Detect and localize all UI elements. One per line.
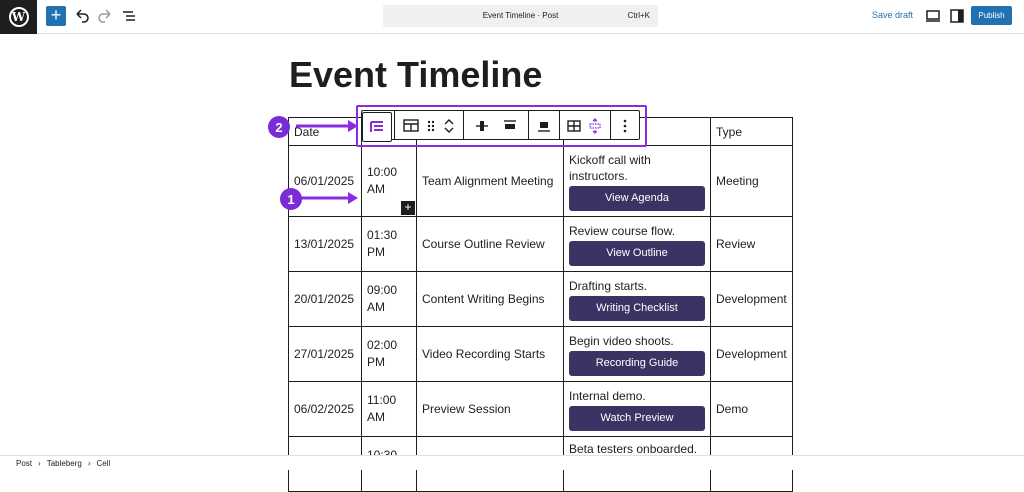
keyboard-shortcut: Ctrl+K — [627, 11, 650, 20]
page-title[interactable]: Event Timeline — [289, 54, 542, 96]
description-text: Kickoff call with instructors. — [569, 152, 651, 183]
event-cell[interactable]: Video Recording Starts — [416, 326, 564, 382]
header-type[interactable]: Type — [710, 117, 793, 146]
publish-button[interactable]: Publish — [971, 6, 1012, 25]
date-cell[interactable]: 13/01/2025 — [288, 216, 362, 272]
event-cell[interactable]: Team Alignment Meeting — [416, 145, 564, 217]
writing-checklist-button[interactable]: Writing Checklist — [569, 295, 705, 321]
watch-preview-button[interactable]: Watch Preview — [569, 405, 705, 431]
time-value: 01:30 — [367, 228, 398, 242]
table-row: 06/02/2025 11:00 AM Preview Session Inter… — [288, 381, 793, 437]
breadcrumb: Post › Tableberg › Cell — [16, 459, 110, 468]
event-cell[interactable]: Content Writing Begins — [416, 271, 564, 327]
command-palette-bar[interactable]: Event Timeline · Post Ctrl+K — [383, 5, 658, 27]
time-cell[interactable]: 09:00 AM — [361, 271, 417, 327]
annotation-badge-1: 1 — [280, 188, 302, 210]
breadcrumb-tableberg[interactable]: Tableberg — [47, 459, 82, 468]
type-cell[interactable]: Meeting — [710, 145, 793, 217]
settings-sidebar-icon[interactable] — [949, 8, 965, 24]
type-cell[interactable]: Demo — [710, 381, 793, 437]
date-cell[interactable]: 27/01/2025 — [288, 326, 362, 382]
desktop-preview-icon[interactable] — [925, 8, 941, 24]
description-text: Begin video shoots. — [569, 333, 674, 348]
description-cell[interactable]: Kickoff call with instructors. View Agend… — [563, 145, 711, 217]
editor-footer: Post › Tableberg › Cell — [0, 455, 1024, 470]
event-cell[interactable]: Course Outline Review — [416, 216, 564, 272]
table-row: 27/01/2025 02:00 PM Video Recording Start… — [288, 326, 793, 382]
description-text: Internal demo. — [569, 388, 646, 403]
view-agenda-button[interactable]: View Agenda — [569, 185, 705, 211]
annotation-arrows — [296, 120, 358, 204]
event-cell[interactable]: Preview Session — [416, 381, 564, 437]
add-cell-button[interactable]: + — [401, 201, 415, 215]
document-title: Event Timeline · Post — [482, 11, 559, 20]
time-value: 11:00 — [367, 393, 397, 407]
save-draft-button[interactable]: Save draft — [872, 10, 913, 20]
date-cell[interactable]: 20/01/2025 — [288, 271, 362, 327]
type-cell[interactable]: Development — [710, 326, 793, 382]
undo-icon[interactable] — [74, 8, 90, 24]
table-row: 13/01/2025 01:30 PM Course Outline Review… — [288, 216, 793, 272]
redo-icon[interactable] — [97, 8, 113, 24]
table-row: 20/01/2025 09:00 AM Content Writing Begin… — [288, 271, 793, 327]
description-cell[interactable]: Internal demo. Watch Preview — [563, 381, 711, 437]
time-period: AM — [367, 410, 385, 424]
recording-guide-button[interactable]: Recording Guide — [569, 350, 705, 376]
time-cell[interactable]: 02:00 PM — [361, 326, 417, 382]
toolbar-highlight-box — [356, 105, 647, 147]
add-block-button[interactable]: + — [46, 6, 66, 26]
breadcrumb-cell[interactable]: Cell — [97, 459, 111, 468]
date-cell[interactable]: 06/02/2025 — [288, 381, 362, 437]
time-value: 10:00 — [367, 165, 398, 179]
wordpress-logo-letter: W — [8, 7, 29, 27]
time-value: 09:00 — [367, 283, 398, 297]
time-cell[interactable]: 01:30 PM — [361, 216, 417, 272]
time-cell[interactable]: 11:00 AM — [361, 381, 417, 437]
time-period: PM — [367, 245, 385, 259]
description-cell[interactable]: Drafting starts. Writing Checklist — [563, 271, 711, 327]
description-cell[interactable]: Begin video shoots. Recording Guide — [563, 326, 711, 382]
time-value: 02:00 — [367, 338, 398, 352]
type-cell[interactable]: Review — [710, 216, 793, 272]
annotation-badge-2: 2 — [268, 116, 290, 138]
breadcrumb-separator: › — [38, 459, 41, 468]
list-view-icon[interactable] — [121, 8, 137, 24]
editor-top-bar: W + Event Timeline · Post Ctrl+K Save dr… — [0, 0, 1024, 34]
breadcrumb-separator: › — [87, 459, 91, 468]
view-outline-button[interactable]: View Outline — [569, 240, 705, 266]
time-period: AM — [367, 300, 385, 314]
description-text: Review course flow. — [569, 223, 676, 238]
type-cell[interactable]: Development — [710, 271, 793, 327]
time-period: PM — [367, 355, 385, 369]
description-text: Drafting starts. — [569, 278, 648, 293]
breadcrumb-post[interactable]: Post — [16, 459, 32, 468]
time-period: AM — [367, 182, 385, 196]
description-cell[interactable]: Review course flow. View Outline — [563, 216, 711, 272]
wordpress-logo-icon[interactable]: W — [0, 0, 37, 34]
